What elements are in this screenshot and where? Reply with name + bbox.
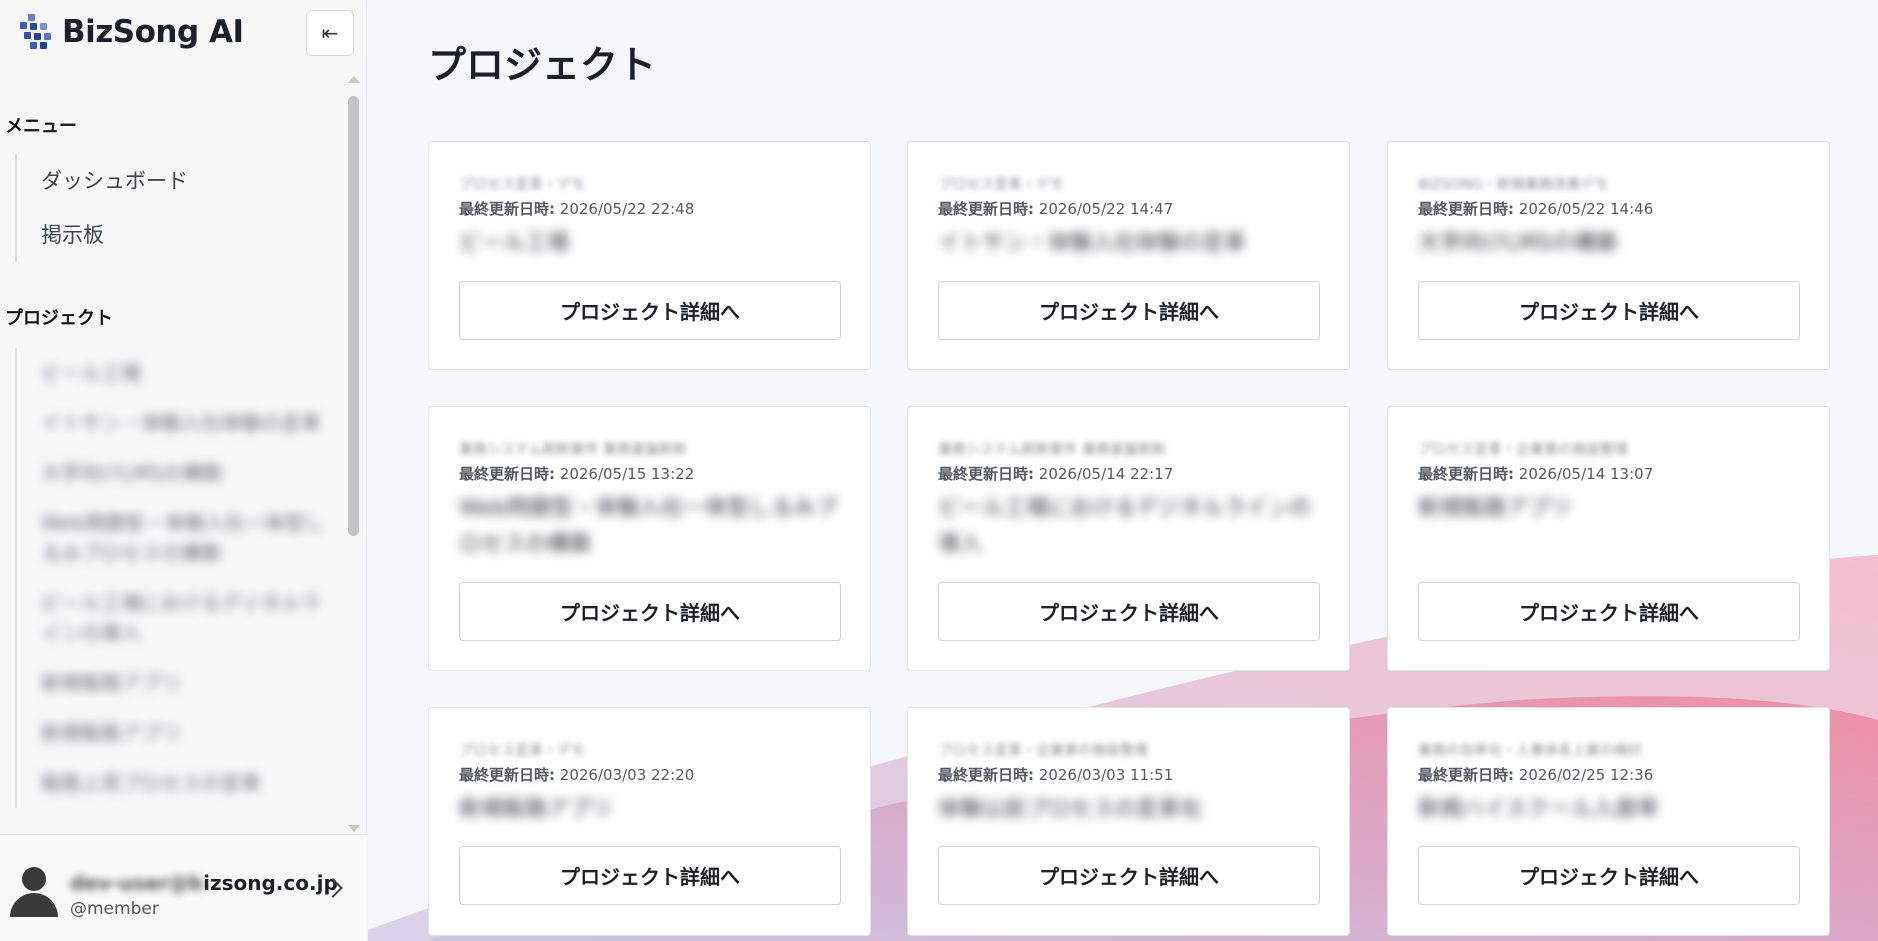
project-card: 業務システム刷新案件 業務基盤刷新 最終更新日時: 2026/05/15 13:… xyxy=(428,406,871,671)
project-detail-button[interactable]: プロジェクト詳細へ xyxy=(459,582,841,641)
menu-section-title: メニュー xyxy=(5,116,77,137)
app-logo[interactable]: BizSong AI xyxy=(18,14,244,50)
card-updated-date: 最終更新日時: 2026/03/03 22:20 xyxy=(459,766,695,784)
sidebar-project-item[interactable]: 新規販路アプリ xyxy=(17,708,335,758)
project-detail-button[interactable]: プロジェクト詳細へ xyxy=(1418,582,1800,641)
card-category: 業務の効率化・人事体系上案の検討 xyxy=(1418,743,1642,759)
scroll-thumb[interactable] xyxy=(348,96,359,536)
sidebar-project-item[interactable]: 販路上見プロセスの変革 xyxy=(17,758,335,808)
project-detail-button[interactable]: プロジェクト詳細へ xyxy=(459,846,841,905)
card-project-name: 新規販路アプリ xyxy=(459,797,614,822)
collapse-icon: ⇤ xyxy=(321,21,339,45)
user-role: @member xyxy=(70,899,159,919)
collapse-sidebar-button[interactable]: ⇤ xyxy=(306,10,354,56)
project-card: 業務システム刷新案件 業務基盤刷新 最終更新日時: 2026/05/14 22:… xyxy=(907,406,1350,671)
project-card: プロセス変革・デモ 最終更新日時: 2026/03/03 22:20 新規販路ア… xyxy=(428,707,871,936)
sidebar-project-item[interactable]: イトサン・体験入社体験の変革 xyxy=(17,398,335,448)
sidebar-scroll-area: メニュー ダッシュボード 掲示板 プロジェクト ビール工場 イトサン・体験入社体… xyxy=(0,74,362,834)
card-updated-date: 最終更新日時: 2026/05/22 22:48 xyxy=(459,200,695,218)
project-detail-button[interactable]: プロジェクト詳細へ xyxy=(938,582,1320,641)
card-updated-date: 最終更新日時: 2026/05/14 13:07 xyxy=(1418,465,1654,483)
card-category: プロセス変革・企業第の施設整理 xyxy=(938,743,1148,759)
project-card: プロセス変革・企業第の施設整理 最終更新日時: 2026/05/14 13:07… xyxy=(1387,406,1830,671)
card-project-name: イトサン・体験入社体験の変革 xyxy=(938,231,1247,256)
page-title: プロジェクト xyxy=(428,43,657,87)
card-updated-date: 最終更新日時: 2026/05/22 14:47 xyxy=(938,200,1174,218)
project-detail-button[interactable]: プロジェクト詳細へ xyxy=(938,281,1320,340)
card-project-name: 大学向けLMSの構築 xyxy=(1418,231,1618,256)
main-content: プロジェクト プロセス変革・デモ 最終更新日時: 2026/05/22 22:4… xyxy=(368,0,1878,941)
card-project-name: 新規ハイスクール入居率 xyxy=(1418,797,1659,822)
project-card: プロセス変革・デモ 最終更新日時: 2026/05/22 14:47 イトサン・… xyxy=(907,141,1350,370)
project-card: BIZSONG・新規業務改善デモ 最終更新日時: 2026/05/22 14:4… xyxy=(1387,141,1830,370)
project-detail-button[interactable]: プロジェクト詳細へ xyxy=(938,846,1320,905)
sidebar-project-item[interactable]: ビール工場におけるデジタルラインの導入 xyxy=(17,578,335,658)
card-category: 業務システム刷新案件 業務基盤刷新 xyxy=(938,442,1167,458)
project-card: プロセス変革・企業第の施設整理 最終更新日時: 2026/03/03 11:51… xyxy=(907,707,1350,936)
card-category: プロセス変革・デモ xyxy=(459,177,585,193)
project-detail-button[interactable]: プロジェクト詳細へ xyxy=(1418,846,1800,905)
project-detail-button[interactable]: プロジェクト詳細へ xyxy=(1418,281,1800,340)
sidebar-project-item[interactable]: ビール工場 xyxy=(17,348,335,398)
scroll-down-arrow-icon[interactable] xyxy=(348,825,360,832)
card-category: 業務システム刷新案件 業務基盤刷新 xyxy=(459,442,688,458)
menu-group: ダッシュボード 掲示板 xyxy=(15,154,188,262)
sidebar-project-item[interactable]: 新規販路アプリ xyxy=(17,658,335,708)
scroll-up-arrow-icon[interactable] xyxy=(348,76,360,83)
card-project-name: 体験以前プロセスの変革化 xyxy=(938,797,1203,822)
project-detail-button[interactable]: プロジェクト詳細へ xyxy=(459,281,841,340)
card-updated-date: 最終更新日時: 2026/03/03 11:51 xyxy=(938,766,1174,784)
sidebar-project-item[interactable]: 大学向けLMSの構築 xyxy=(17,448,335,498)
card-category: プロセス変革・デモ xyxy=(938,177,1064,193)
card-project-name: Web問題型・体験入社一体型しるみプロセスの構築 xyxy=(459,496,837,557)
sidebar-project-item[interactable]: Web問題型・体験入社一体型しるみプロセスの構築 xyxy=(17,498,335,578)
card-category: BIZSONG・新規業務改善デモ xyxy=(1418,177,1609,193)
sidebar-item-board[interactable]: 掲示板 xyxy=(17,208,188,262)
avatar-icon xyxy=(10,867,58,917)
logo-icon xyxy=(18,14,51,50)
app-name: BizSong AI xyxy=(62,14,244,50)
card-updated-date: 最終更新日時: 2026/05/22 14:46 xyxy=(1418,200,1654,218)
card-updated-date: 最終更新日時: 2026/02/25 12:36 xyxy=(1418,766,1654,784)
sidebar: BizSong AI ⇤ メニュー ダッシュボード 掲示板 プロジェクト ビール… xyxy=(0,0,367,941)
project-card: プロセス変革・デモ 最終更新日時: 2026/05/22 22:48 ビール工場… xyxy=(428,141,871,370)
projects-section-title: プロジェクト xyxy=(5,308,113,329)
card-updated-date: 最終更新日時: 2026/05/15 13:22 xyxy=(459,465,695,483)
card-project-name: 新規販路アプリ xyxy=(1418,496,1573,521)
user-menu[interactable]: dev-user@bizsong.co.jp @member xyxy=(0,834,367,941)
card-category: プロセス変革・デモ xyxy=(459,743,585,759)
user-email: dev-user@bizsong.co.jp xyxy=(70,871,338,895)
project-card: 業務の効率化・人事体系上案の検討 最終更新日時: 2026/02/25 12:3… xyxy=(1387,707,1830,936)
card-category: プロセス変革・企業第の施設整理 xyxy=(1418,442,1628,458)
card-project-name: ビール工場におけるデジタルラインの導入 xyxy=(938,496,1312,557)
project-list: ビール工場 イトサン・体験入社体験の変革 大学向けLMSの構築 Web問題型・体… xyxy=(15,348,335,808)
card-project-name: ビール工場 xyxy=(459,231,570,256)
sidebar-scrollbar[interactable] xyxy=(347,74,360,834)
card-updated-date: 最終更新日時: 2026/05/14 22:17 xyxy=(938,465,1174,483)
sidebar-item-dashboard[interactable]: ダッシュボード xyxy=(17,154,188,208)
